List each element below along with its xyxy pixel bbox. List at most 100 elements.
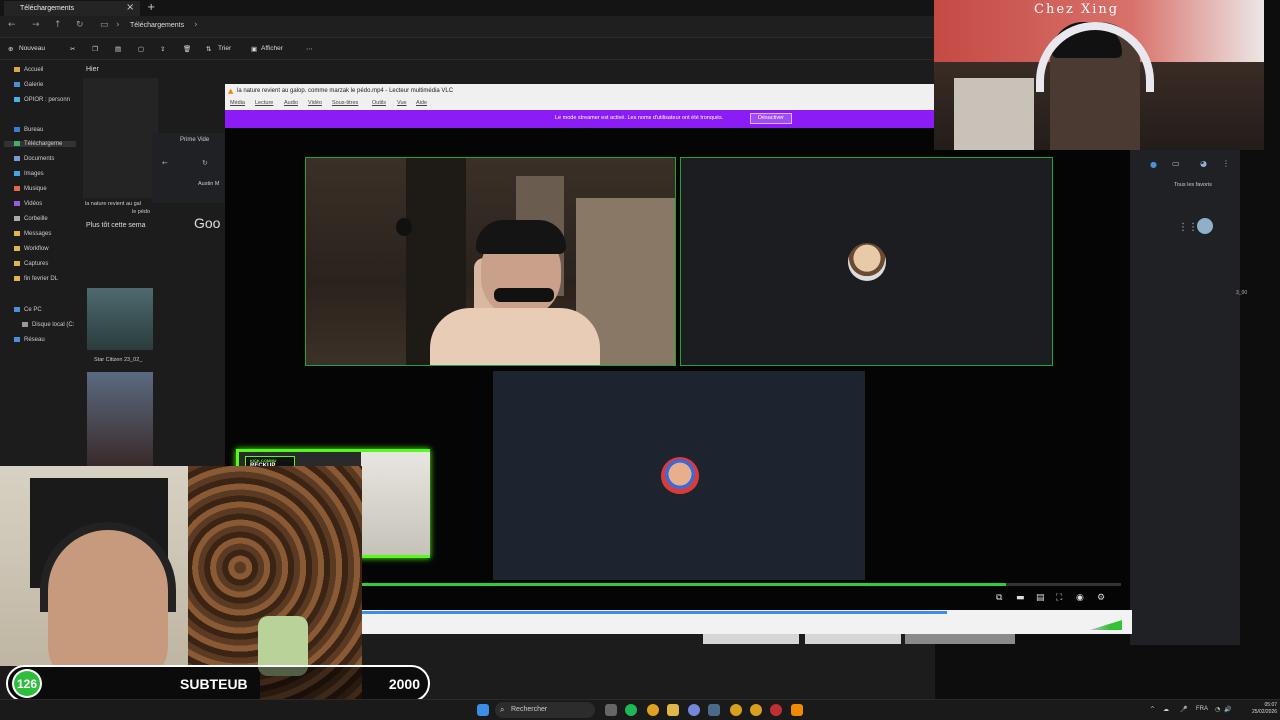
mic-icon[interactable]: 🎤 [1180,706,1187,713]
refresh-icon[interactable]: ↻ [202,159,208,167]
rename-icon[interactable]: ▢ [138,45,144,53]
tab-search-icon[interactable]: ▭ [1172,159,1180,168]
file-thumbnail[interactable] [87,288,153,350]
menu-subtitles[interactable]: Sous-titres [332,100,358,106]
apps-grid-icon[interactable]: ⋮⋮ [1178,222,1198,233]
chrome-icon[interactable] [730,704,742,716]
group-header-earlier[interactable]: Plus tôt cette sema [86,222,146,229]
menu-media[interactable]: Média [230,100,245,106]
file-thumbnail[interactable] [87,372,153,466]
streamer-mode-banner: Le mode streamer est activé. Les noms d'… [225,110,935,128]
menu-icon[interactable]: ⋮ [1222,159,1230,168]
sidebar-item-messages[interactable]: Messages [14,231,51,237]
close-tab-icon[interactable]: × [126,0,134,16]
new-tab-icon[interactable]: + [147,0,155,16]
file-caption-line2: le pédo [132,209,151,215]
sort-button[interactable]: Trier [218,45,231,52]
paste-icon[interactable]: ▤ [115,45,121,53]
sidebar-item-desktop[interactable]: Bureau [14,127,43,133]
sidebar-item-gallery[interactable]: Galerie [14,82,43,88]
account-avatar[interactable] [1197,218,1213,234]
chrome-icon[interactable] [647,704,659,716]
file-explorer-icon[interactable] [667,704,679,716]
obs-icon[interactable] [770,704,782,716]
breadcrumb[interactable]: Téléchargements [130,22,184,29]
discord-icon[interactable] [688,704,700,716]
file-thumbnail[interactable] [83,78,158,198]
sidebar-item-captures[interactable]: Captures [14,261,48,267]
picture-in-picture-icon[interactable]: ⧉ [996,593,1002,603]
volume-icon[interactable]: 🔊 [1224,706,1231,713]
sidebar-item-fin-fevrier[interactable]: fin fevrier DL [14,276,58,282]
disable-streamer-mode-button[interactable]: Désactiver [750,113,792,124]
sidebar-item-music[interactable]: Musique [14,186,47,192]
sidebar-item-downloads[interactable]: Téléchargeme [4,141,76,148]
menu-video[interactable]: Vidéo [308,100,322,106]
sidebar-item-home[interactable]: Accueil [14,67,43,73]
language-indicator[interactable]: FRA [1196,706,1208,712]
sidebar-item-documents[interactable]: Documents [14,156,54,162]
volume-slider[interactable] [1090,620,1122,630]
view-button[interactable]: Afficher [261,45,283,52]
chevron-right-icon[interactable]: › [194,20,198,30]
group-header-yesterday[interactable]: Hier [86,66,99,73]
vlc-control-bar [362,610,1132,634]
start-icon[interactable] [477,704,489,716]
copy-icon[interactable]: ❐ [92,45,98,53]
taskbar-clock[interactable]: 05:07 25/02/2026 [1252,702,1277,716]
menu-tools[interactable]: Outils [372,100,386,106]
vlc-icon[interactable] [791,704,803,716]
spotify-icon[interactable] [625,704,637,716]
settings-gear-icon[interactable]: ⚙ [1097,593,1105,603]
sidebar-item-recycle-bin[interactable]: Corbeille [14,216,48,222]
wifi-icon[interactable]: ◔ [1215,706,1220,713]
vlc-seek-bar[interactable] [362,611,948,614]
more-options-icon[interactable]: ⋯ [306,45,313,53]
stream-progress-bar[interactable] [360,583,1006,586]
menu-help[interactable]: Aide [416,100,427,106]
new-button[interactable]: Nouveau [19,45,45,52]
delete-icon[interactable]: 🗑 [183,45,191,53]
up-icon[interactable]: ↑ [54,20,62,30]
browser-tab-label[interactable]: Prime Vide [180,137,209,143]
sidebar-item-local-disk[interactable]: Disque local (C: [22,322,74,328]
layout-icon[interactable]: ▤ [1036,593,1045,603]
back-icon[interactable]: ← [8,20,16,30]
participant-avatar [661,457,699,495]
menu-audio[interactable]: Audio [284,100,298,106]
cloud-icon[interactable]: ☁ [1163,706,1169,713]
thumbnail-strip-item[interactable] [805,634,901,644]
stream-progress-track[interactable] [1006,583,1121,586]
sidebar-item-workflow[interactable]: Workflow [14,246,49,252]
back-icon[interactable]: ← [162,159,168,167]
sub-goal-bar: 126 SUBTEUB 2000 [6,665,430,702]
extension-icon[interactable]: ● [1150,160,1157,169]
task-view-icon[interactable] [605,704,617,716]
cut-icon[interactable]: ✂ [70,45,75,53]
profile-icon[interactable]: ◕ [1200,159,1207,168]
sidebar-item-network[interactable]: Réseau [14,337,45,343]
menu-view[interactable]: Vue [397,100,407,106]
explorer-tab[interactable]: Téléchargements [4,1,140,16]
taskbar-search[interactable]: ⌕ Rechercher [495,702,595,718]
vlc-window-title: la nature revient au galop. comme marzak… [237,88,454,94]
thumbnail-caption: 3_00 [1236,290,1248,296]
sidebar-item-images[interactable]: Images [14,171,44,177]
all-bookmarks-link[interactable]: Tous les favoris [1174,182,1212,188]
tray-chevron-icon[interactable]: ^ [1150,706,1155,713]
sidebar-item-videos[interactable]: Vidéos [14,201,42,207]
sidebar-item-this-pc[interactable]: Ce PC [14,307,42,313]
forward-icon[interactable]: → [32,20,40,30]
play-icon[interactable]: ◉ [1076,593,1084,603]
refresh-icon[interactable]: ↻ [76,20,84,30]
sidebar-item-onedrive[interactable]: OPIOR : personn [14,97,70,103]
share-icon[interactable]: ⇪ [160,45,165,53]
thumbnail-strip-item[interactable] [905,634,1015,644]
chrome-icon[interactable] [750,704,762,716]
menu-playback[interactable]: Lecture [255,100,273,106]
theater-mode-icon[interactable]: ▬ [1016,593,1025,603]
app-icon[interactable] [708,704,720,716]
thumbnail-strip-item[interactable] [703,634,799,644]
fullscreen-icon[interactable]: ⛶ [1056,593,1062,603]
bookmark-item[interactable]: Austin M [198,181,219,187]
